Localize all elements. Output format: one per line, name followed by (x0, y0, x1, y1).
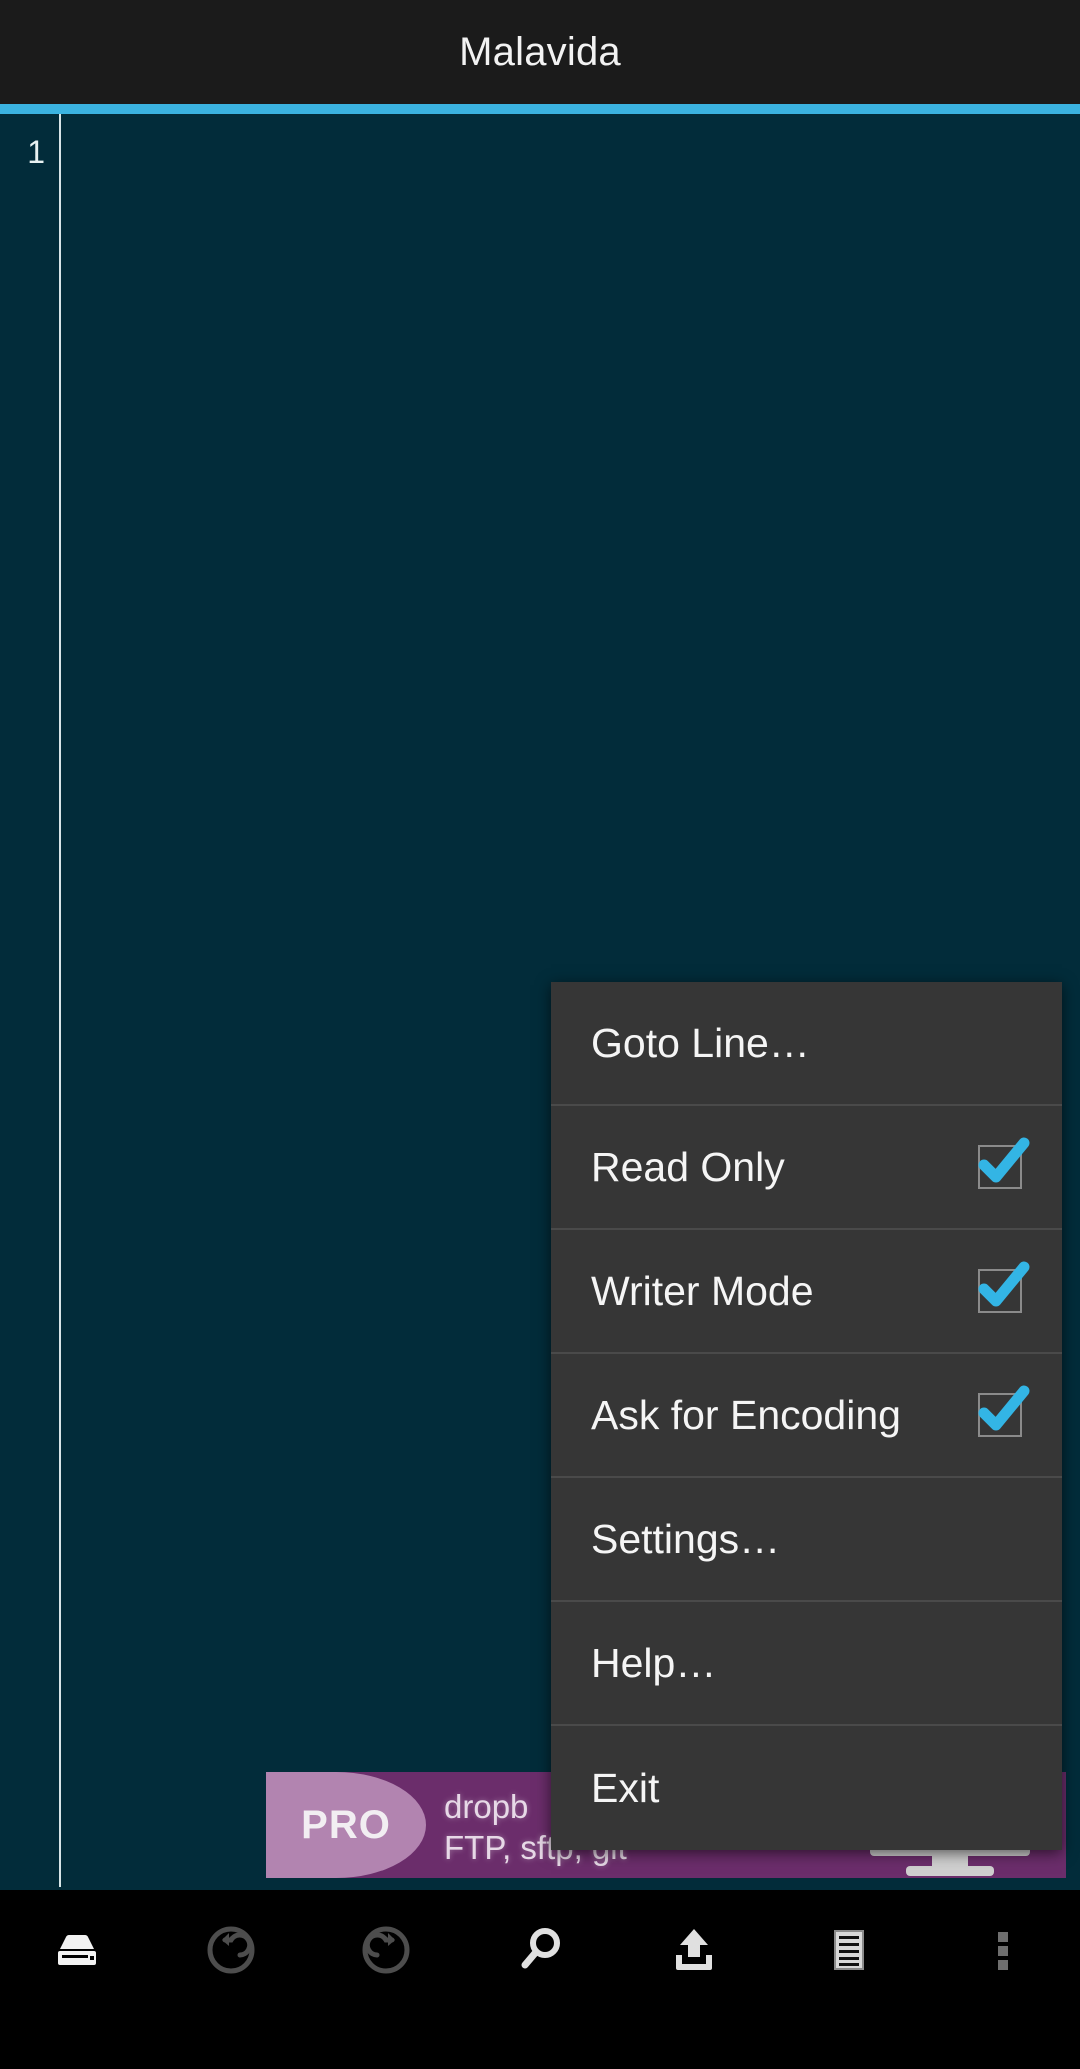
document-icon (833, 1930, 864, 1970)
save-button[interactable] (0, 1890, 154, 2010)
read-only-checkbox[interactable] (978, 1137, 1030, 1189)
search-icon (521, 1928, 560, 1969)
menu-item-goto-line[interactable]: Goto Line… (551, 982, 1062, 1106)
search-button[interactable] (463, 1890, 617, 2010)
menu-item-label: Goto Line… (591, 1019, 810, 1066)
writer-mode-checkbox[interactable] (978, 1261, 1030, 1313)
menu-item-label: Settings… (591, 1515, 781, 1562)
bottom-toolbar (0, 1890, 1080, 2069)
menu-item-label: Read Only (591, 1143, 785, 1190)
overflow-menu-icon (997, 1932, 1008, 1970)
redo-icon (362, 1926, 410, 1974)
app-root: Malavida 1 PRO dropb FTP, sftp, git Goto… (0, 0, 1080, 2069)
title-bar: Malavida (0, 0, 1080, 104)
undo-button[interactable] (154, 1890, 308, 2010)
redo-button[interactable] (309, 1890, 463, 2010)
menu-item-read-only[interactable]: Read Only (551, 1106, 1062, 1230)
check-icon (978, 1137, 1030, 1183)
menu-item-writer-mode[interactable]: Writer Mode (551, 1230, 1062, 1354)
menu-item-label: Exit (591, 1764, 660, 1811)
document-button[interactable] (771, 1890, 925, 2010)
ask-for-encoding-checkbox[interactable] (978, 1385, 1030, 1437)
page-title: Malavida (459, 29, 621, 74)
upload-button[interactable] (617, 1890, 771, 2010)
menu-item-settings[interactable]: Settings… (551, 1478, 1062, 1602)
ad-pro-label: PRO (301, 1802, 391, 1847)
ad-pro-badge: PRO (266, 1772, 426, 1878)
menu-item-label: Help… (591, 1639, 717, 1686)
gutter-separator (59, 114, 61, 1887)
menu-item-help[interactable]: Help… (551, 1602, 1062, 1726)
menu-item-ask-for-encoding[interactable]: Ask for Encoding (551, 1354, 1062, 1478)
menu-item-exit[interactable]: Exit (551, 1726, 1062, 1850)
menu-item-label: Ask for Encoding (591, 1391, 901, 1438)
undo-icon (207, 1926, 255, 1974)
check-icon (978, 1261, 1030, 1307)
overflow-menu-button[interactable] (926, 1890, 1080, 2010)
save-icon (58, 1935, 97, 1965)
overflow-popup-menu[interactable]: Goto Line… Read Only Writer Mode Ask for… (551, 982, 1062, 1850)
menu-item-label: Writer Mode (591, 1267, 814, 1314)
upload-icon (676, 1929, 713, 1970)
check-icon (978, 1385, 1030, 1431)
line-number: 1 (27, 134, 45, 170)
accent-bar (0, 104, 1080, 114)
line-number-gutter: 1 (0, 114, 59, 1890)
